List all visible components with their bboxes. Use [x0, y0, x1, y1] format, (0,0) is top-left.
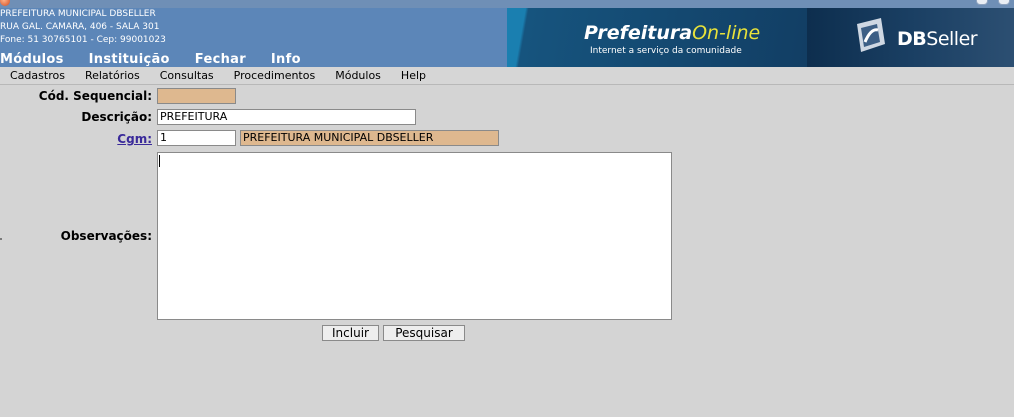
logo-tagline: Internet a serviço da comunidade	[590, 46, 742, 56]
address-line-street: RUA GAL. CAMARA, 406 - SALA 301	[0, 22, 160, 32]
incluir-button[interactable]: Incluir	[322, 325, 379, 341]
text-caret	[159, 155, 160, 167]
descricao-field[interactable]: PREFEITURA	[157, 109, 416, 125]
dbseller-wordmark: DBSeller	[897, 28, 978, 50]
dbseller-mark-icon	[857, 18, 885, 52]
dbseller-logo: DBSeller	[807, 8, 1014, 67]
institution-address: PREFEITURA MUNICIPAL DBSELLER RUA GAL. C…	[0, 8, 166, 47]
logo-online: On-line	[692, 22, 761, 44]
cgm-name-field: PREFEITURA MUNICIPAL DBSELLER	[240, 130, 499, 146]
brand-seller: Seller	[926, 28, 978, 50]
menu-help[interactable]: Help	[401, 69, 426, 82]
pesquisar-button[interactable]: Pesquisar	[383, 325, 465, 341]
top-menu: Módulos Instituição Fechar Info	[0, 52, 326, 67]
logo-title: PrefeituraOn-line	[584, 22, 760, 44]
cod-sequencial-field[interactable]	[157, 88, 236, 104]
menu-relatorios[interactable]: Relatórios	[85, 69, 140, 82]
top-menu-fechar[interactable]: Fechar	[195, 52, 246, 67]
cgm-link[interactable]: Cgm:	[117, 132, 152, 146]
address-line-phone: Fone: 51 30765101 - Cep: 99001023	[0, 35, 166, 45]
edge-marker	[0, 238, 2, 240]
address-line-name: PREFEITURA MUNICIPAL DBSELLER	[0, 9, 156, 19]
brand-db: DB	[897, 28, 927, 50]
observacoes-label: Observações:	[60, 229, 152, 243]
cgm-field[interactable]: 1	[157, 130, 236, 146]
menu-cadastros[interactable]: Cadastros	[10, 69, 65, 82]
top-menu-modulos[interactable]: Módulos	[0, 52, 64, 67]
top-menu-instituicao[interactable]: Instituição	[89, 52, 170, 67]
minimize-icon[interactable]	[976, 0, 988, 5]
cod-sequencial-label: Cód. Sequencial:	[38, 89, 152, 103]
header-banner: PREFEITURA MUNICIPAL DBSELLER RUA GAL. C…	[0, 8, 1014, 67]
descricao-label: Descrição:	[81, 110, 152, 124]
window-title-strip	[0, 0, 1014, 8]
prefeitura-online-logo: PrefeituraOn-line Internet a serviço da …	[507, 8, 807, 67]
app-icon	[0, 0, 10, 6]
menu-procedimentos[interactable]: Procedimentos	[234, 69, 316, 82]
main-menubar: Cadastros Relatórios Consultas Procedime…	[0, 67, 1014, 85]
top-menu-info[interactable]: Info	[271, 52, 301, 67]
logo-prefeitura: Prefeitura	[584, 22, 693, 44]
menu-modulos[interactable]: Módulos	[335, 69, 381, 82]
menu-consultas[interactable]: Consultas	[160, 69, 214, 82]
close-icon[interactable]	[998, 0, 1010, 5]
observacoes-textarea[interactable]	[157, 152, 672, 320]
